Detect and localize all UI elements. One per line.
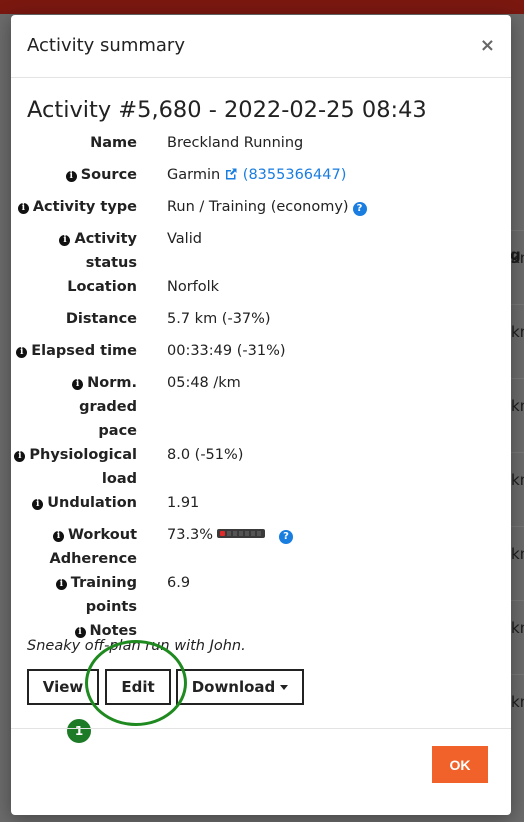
ok-button[interactable]: OK (432, 746, 488, 783)
adherence-meter-segments (227, 531, 262, 536)
help-icon[interactable]: ? (352, 202, 367, 216)
annotation-step-badge: 1 (65, 717, 93, 745)
help-icon[interactable]: ? (279, 530, 294, 544)
source-id-link[interactable]: (8355366447) (243, 167, 347, 183)
detail-row-activity-type: i Activity type Run / Training (economy)? (11, 195, 511, 219)
detail-label-line1: Training (70, 575, 137, 591)
detail-row-source: i Source Garmin (8355366447) (11, 163, 511, 187)
info-icon[interactable]: i (52, 531, 64, 542)
detail-row-activity-status: i Activity status Valid (11, 227, 511, 275)
close-button[interactable]: × (480, 35, 495, 56)
detail-value: 05:48 /km (167, 375, 241, 391)
info-icon[interactable]: i (14, 451, 26, 462)
modal-footer-divider (11, 728, 511, 729)
detail-label-line2: status (85, 255, 137, 271)
detail-label: Distance (65, 311, 137, 327)
detail-row-distance: Distance 5.7 km (-37%) (11, 307, 511, 331)
detail-value: Garmin (167, 167, 221, 183)
detail-row-norm-graded-pace: i Norm. graded pace 05:48 /km (11, 371, 511, 443)
detail-row-workout-adherence: i Workout Adherence 73.3%? (11, 523, 511, 571)
detail-label-line1: Activity (74, 231, 137, 247)
detail-label-line1: Physiological (29, 447, 137, 463)
detail-row-elapsed-time: i Elapsed time 00:33:49 (-31%) (11, 339, 511, 363)
detail-value: 5.7 km (-37%) (167, 311, 271, 327)
activity-details: Name Breckland Running i Source Garmin (8… (11, 131, 511, 643)
detail-label: Undulation (47, 495, 137, 511)
detail-row-location: Location Norfolk (11, 275, 511, 299)
detail-row-undulation: i Undulation 1.91 (11, 491, 511, 515)
activity-heading: Activity #5,680 - 2022-02-25 08:43 (27, 97, 427, 123)
detail-value: 00:33:49 (-31%) (167, 343, 286, 359)
caret-down-icon (280, 684, 289, 690)
info-icon[interactable]: i (16, 347, 28, 358)
detail-label-line1: Norm. graded (79, 375, 137, 415)
detail-row-training-points: i Training points 6.9 (11, 571, 511, 619)
notes-text: Sneaky off-plan run with John. (27, 638, 246, 654)
info-icon[interactable]: i (72, 379, 84, 390)
detail-value: Norfolk (167, 279, 220, 295)
external-link-icon[interactable] (224, 167, 238, 181)
detail-label: Elapsed time (31, 343, 137, 359)
modal-title: Activity summary (27, 35, 185, 56)
info-icon[interactable]: i (74, 627, 86, 638)
info-icon[interactable]: i (32, 499, 44, 510)
detail-row-name: Name Breckland Running (11, 131, 511, 155)
edit-button[interactable]: Edit (105, 669, 171, 705)
detail-value: 8.0 (-51%) (167, 447, 244, 463)
detail-label: Source (80, 167, 137, 183)
detail-value: 1.91 (167, 495, 200, 511)
modal-header: Activity summary × (11, 15, 511, 78)
detail-value: Breckland Running (167, 135, 304, 151)
detail-value: Run / Training (economy) (167, 199, 349, 215)
detail-value: 6.9 (167, 575, 191, 591)
detail-label-line2: points (85, 599, 137, 615)
adherence-meter (217, 529, 266, 538)
download-dropdown-button[interactable]: Download (176, 669, 304, 705)
activity-summary-modal: Activity summary × Activity #5,680 - 202… (11, 15, 511, 815)
download-label: Download (191, 678, 276, 696)
detail-label-line2: pace (98, 423, 137, 439)
info-icon[interactable]: i (55, 579, 67, 590)
detail-value: 73.3% (167, 527, 214, 543)
info-icon[interactable]: i (17, 203, 29, 214)
background-topbar (0, 0, 524, 14)
detail-label: Name (90, 135, 137, 151)
detail-label: Notes (89, 623, 138, 639)
detail-label-line2: load (101, 471, 137, 487)
detail-label: Activity type (32, 199, 137, 215)
detail-label-line2: Adherence (49, 551, 138, 567)
adherence-meter-fill (220, 531, 226, 536)
view-button[interactable]: View (27, 669, 99, 705)
detail-row-physiological-load: i Physiological load 8.0 (-51%) (11, 443, 511, 491)
detail-value: Valid (167, 231, 202, 247)
info-icon[interactable]: i (65, 171, 77, 182)
detail-label-line1: Workout (67, 527, 137, 543)
info-icon[interactable]: i (59, 235, 71, 246)
detail-label: Location (67, 279, 137, 295)
